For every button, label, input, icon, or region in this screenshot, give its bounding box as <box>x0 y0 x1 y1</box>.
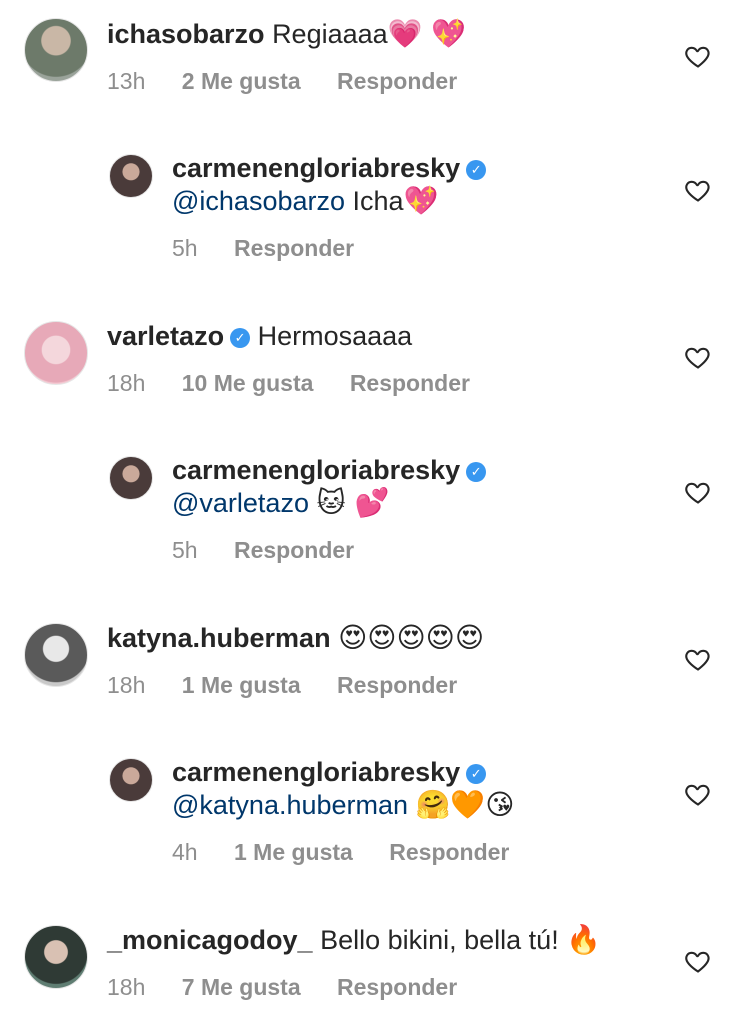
heart-outline-icon[interactable] <box>684 176 712 204</box>
reply-button[interactable]: Responder <box>337 974 457 1000</box>
avatar[interactable] <box>109 456 153 500</box>
comment-time: 18h <box>107 672 146 698</box>
likes-count[interactable]: 2 Me gusta <box>182 68 301 94</box>
comment-text: Icha <box>352 186 404 216</box>
comment-text: Hermosaaaa <box>257 321 413 351</box>
verified-badge-icon: ✓ <box>466 160 487 180</box>
comment-username[interactable]: _monicagodoy_ <box>107 925 313 955</box>
avatar[interactable] <box>24 18 88 82</box>
likes-count[interactable]: 10 Me gusta <box>182 370 314 396</box>
reply-button[interactable]: Responder <box>337 672 457 698</box>
avatar[interactable] <box>109 154 153 198</box>
heart-outline-icon[interactable] <box>684 343 712 371</box>
comment-meta: 5h Responder <box>172 535 354 565</box>
heart-outline-icon[interactable] <box>684 42 712 70</box>
comment-meta: 18h 1 Me gusta Responder <box>107 670 457 700</box>
comment-username[interactable]: carmenengloriabresky <box>172 455 460 485</box>
comment-meta: 18h 10 Me gusta Responder <box>107 368 470 398</box>
avatar[interactable] <box>24 925 88 989</box>
comment-time: 5h <box>172 235 198 261</box>
comment-meta: 18h 7 Me gusta Responder <box>107 972 457 1002</box>
avatar[interactable] <box>24 321 88 385</box>
comment-emoji: 💖 <box>403 184 439 217</box>
likes-count[interactable]: 1 Me gusta <box>234 839 353 865</box>
mention-link[interactable]: @varletazo <box>172 488 309 518</box>
avatar[interactable] <box>24 623 88 687</box>
verified-badge-icon: ✓ <box>230 328 251 348</box>
comment-emoji: 🤗🧡😘 <box>415 788 515 821</box>
avatar[interactable] <box>109 758 153 802</box>
comment-text: Bello bikini, bella tú! <box>320 925 559 955</box>
heart-outline-icon[interactable] <box>684 645 712 673</box>
heart-outline-icon[interactable] <box>684 478 712 506</box>
mention-link[interactable]: @ichasobarzo <box>172 186 345 216</box>
comment-time: 13h <box>107 68 146 94</box>
comment-username[interactable]: varletazo <box>107 321 224 351</box>
reply-button[interactable]: Responder <box>337 68 457 94</box>
comment-time: 18h <box>107 370 146 396</box>
comment-username[interactable]: ichasobarzo <box>107 19 265 49</box>
comment-meta: 5h Responder <box>172 233 354 263</box>
reply-button[interactable]: Responder <box>234 235 354 261</box>
reply-button[interactable]: Responder <box>234 537 354 563</box>
likes-count[interactable]: 1 Me gusta <box>182 672 301 698</box>
comment-emoji: 🐱 💕 <box>316 486 390 519</box>
comment-time: 5h <box>172 537 198 563</box>
comment-username[interactable]: katyna.huberman <box>107 623 331 653</box>
likes-count[interactable]: 7 Me gusta <box>182 974 301 1000</box>
comment-emoji: 💗 💖 <box>387 17 467 50</box>
heart-outline-icon[interactable] <box>684 780 712 808</box>
comment-emoji: 🔥 <box>566 923 602 956</box>
comment-meta: 4h 1 Me gusta Responder <box>172 837 509 867</box>
comment-username[interactable]: carmenengloriabresky <box>172 153 460 183</box>
reply-button[interactable]: Responder <box>389 839 509 865</box>
comment-time: 4h <box>172 839 198 865</box>
comment-time: 18h <box>107 974 146 1000</box>
comment-meta: 13h 2 Me gusta Responder <box>107 66 457 96</box>
verified-badge-icon: ✓ <box>466 764 487 784</box>
mention-link[interactable]: @katyna.huberman <box>172 790 408 820</box>
comment-emoji: 😍😍😍😍😍 <box>338 621 485 654</box>
verified-badge-icon: ✓ <box>466 462 487 482</box>
comment-text: Regiaaaa <box>272 19 388 49</box>
heart-outline-icon[interactable] <box>684 947 712 975</box>
comment-username[interactable]: carmenengloriabresky <box>172 757 460 787</box>
reply-button[interactable]: Responder <box>350 370 470 396</box>
